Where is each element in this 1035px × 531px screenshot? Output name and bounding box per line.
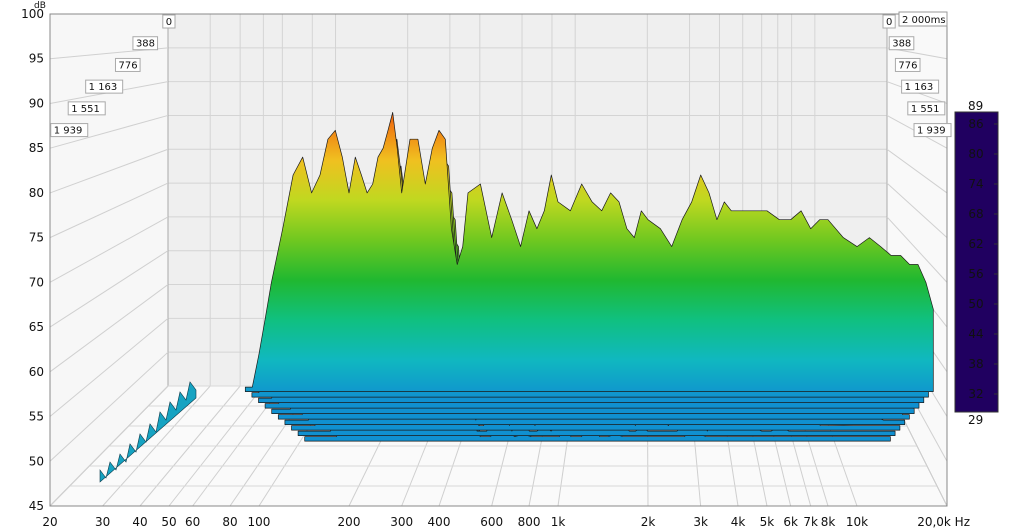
time-max-box: 2 000ms — [898, 11, 948, 27]
colorbar-tick-label: 44 — [968, 327, 983, 341]
y-tick-label: 45 — [29, 499, 44, 513]
time-label: 776 — [118, 60, 137, 71]
colorbar-tick-label: 74 — [968, 177, 983, 191]
colorbar-tick-label: 68 — [968, 207, 983, 221]
x-tick-label: 20 — [42, 515, 57, 529]
x-tick-label: 60 — [185, 515, 200, 529]
y-tick-label: 65 — [29, 320, 44, 334]
x-tick-label: 5k — [760, 515, 775, 529]
colorbar-tick-label: 38 — [968, 357, 983, 371]
colorbar-max-label: 89 — [968, 99, 983, 113]
colorbar-tick-label: 32 — [968, 387, 983, 401]
y-tick-label: 50 — [29, 454, 44, 468]
y-axis: 1009590858075706560555045 — [21, 7, 44, 513]
time-label: 1 551 — [911, 104, 940, 115]
y-tick-label: 55 — [29, 410, 44, 424]
x-tick-label: 80 — [222, 515, 237, 529]
waterfall-chart: 100 95 90 85 80 75 70 65 60 55 50 45 dB 20 30 40 50 60 8… — [21, 1, 999, 529]
x-tick-label: 600 — [480, 515, 503, 529]
x-tick-label: 400 — [428, 515, 451, 529]
x-tick-label: 800 — [518, 515, 541, 529]
colorbar-tick-label: 56 — [968, 267, 983, 281]
y-tick-label: 95 — [29, 52, 44, 66]
y-unit-label: dB — [34, 1, 46, 11]
colorbar-min-label: 29 — [968, 413, 983, 427]
time-label: 0 — [886, 17, 892, 28]
x-axis: 20 30 40 50 60 80 100 200 300 400 600 800 1k 2k 3k 4k 5k… — [42, 515, 970, 529]
x-tick-label: 4k — [731, 515, 746, 529]
time-label: 1 163 — [89, 82, 118, 93]
x-tick-label: 8k — [821, 515, 836, 529]
time-max-label: 2 000ms — [902, 15, 946, 26]
x-tick-label: 1k — [551, 515, 566, 529]
colorbar-tick-label: 50 — [968, 297, 983, 311]
color-scale-bar: 89 29 86 80 74 68 62 56 50 44 38 32 — [954, 99, 999, 427]
x-tick-label: 100 — [248, 515, 271, 529]
time-label: 1 939 — [917, 126, 946, 137]
x-tick-label: 20,0k Hz — [917, 515, 970, 529]
time-label: 0 — [166, 17, 172, 28]
x-tick-label: 3k — [693, 515, 708, 529]
time-label: 1 163 — [905, 82, 934, 93]
x-tick-label: 6k — [783, 515, 798, 529]
x-tick-label: 30 — [95, 515, 110, 529]
time-label: 388 — [892, 39, 911, 50]
time-label: 776 — [898, 60, 917, 71]
time-label: 388 — [136, 39, 155, 50]
y-tick-label: 90 — [29, 96, 44, 110]
y-tick-label: 85 — [29, 141, 44, 155]
colorbar-tick-label: 86 — [968, 117, 983, 131]
y-tick-label: 60 — [29, 365, 44, 379]
x-tick-label: 10k — [846, 515, 868, 529]
time-label: 1 551 — [71, 104, 100, 115]
x-tick-label: 200 — [338, 515, 361, 529]
colorbar-tick-label: 62 — [968, 237, 983, 251]
x-tick-label: 40 — [132, 515, 147, 529]
x-tick-label: 300 — [390, 515, 413, 529]
x-tick-label: 50 — [161, 515, 176, 529]
x-tick-label: 7k — [803, 515, 818, 529]
colorbar-tick-label: 80 — [968, 147, 983, 161]
time-label: 1 939 — [54, 126, 83, 137]
y-tick-label: 80 — [29, 186, 44, 200]
x-tick-label: 2k — [641, 515, 656, 529]
y-tick-label: 75 — [29, 231, 44, 245]
y-tick-label: 70 — [29, 275, 44, 289]
